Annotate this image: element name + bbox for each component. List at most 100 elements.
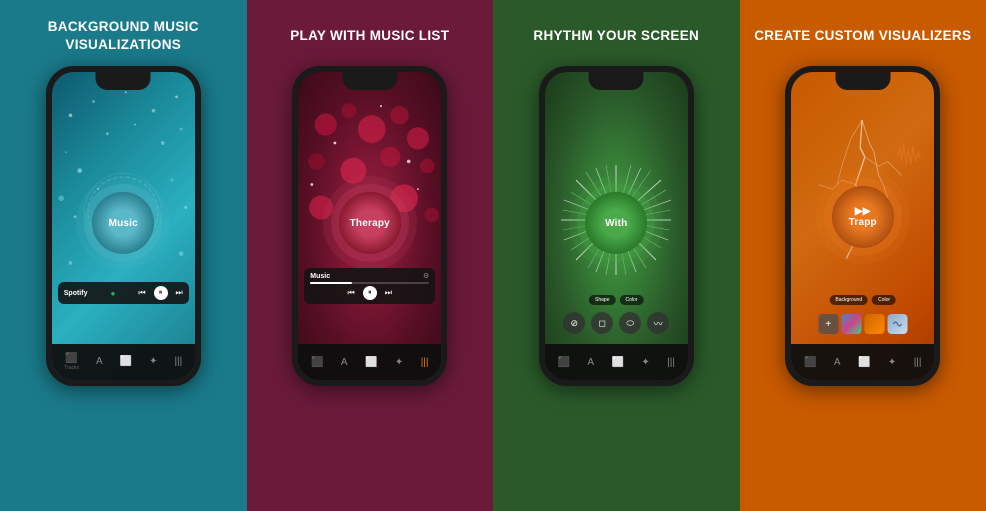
music-settings-icon: ⚙ <box>423 272 429 280</box>
thumb-colorful <box>841 314 861 334</box>
progress-bar <box>310 282 429 284</box>
center-circle-4: ▶▶ Trapp <box>832 186 894 248</box>
settings-icon: ✦ <box>149 356 157 367</box>
tab4-viz-icon: ||| <box>914 357 922 368</box>
tab2-tracks-icon: ⬛ <box>311 357 323 368</box>
music-track-label: Music <box>310 273 330 280</box>
circle-label-3: With <box>605 217 627 228</box>
panel-2-title: PLAY WITH MUSIC LIST <box>290 18 449 54</box>
tab2-tracks: ⬛ <box>311 357 323 368</box>
music-bar: Music ⚙ ⏮ ⏸ ⏭ <box>304 268 435 304</box>
tab3-viz: ||| <box>667 357 675 368</box>
panel-rhythm-screen: RHYTHM YOUR SCREEN <box>493 0 740 511</box>
tab4-viz: ||| <box>914 357 922 368</box>
screen-3: With Shape Color ⊘ ◻ ⬭ 〰 <box>545 72 688 380</box>
panel-4-title: CREATE CUSTOM VISUALIZERS <box>754 18 971 54</box>
color-btn: Color <box>620 295 644 305</box>
spotify-bar: Spotify ● ⏮ ⏸ ⏭ <box>58 282 189 304</box>
shape-cut: ◻ <box>591 312 613 334</box>
tab3-tracks-icon: ⬛ <box>557 357 569 368</box>
tab3-a: A <box>587 357 594 368</box>
viz-icon: ||| <box>174 356 182 367</box>
phone-mockup-1: Music Spotify ● ⏮ ⏸ ⏭ ⬛Tracks A ⬜ ✦ ||| <box>46 66 201 386</box>
tab3-tracks: ⬛ <box>557 357 569 368</box>
tab-wallpaper: A <box>96 356 103 368</box>
center-circle-2: Therapy <box>339 192 401 254</box>
phone-mockup-4: ▶▶ Trapp Background Color + ⬛ A ⬜ ✦ ||| <box>785 66 940 386</box>
tab4-a-icon: A <box>834 357 841 368</box>
tab4-tracks-icon: ⬛ <box>804 357 816 368</box>
tab-viz: ||| <box>174 356 182 368</box>
tab4-bg-icon: ⬜ <box>858 357 870 368</box>
spotify-logo: ● <box>110 289 115 298</box>
thumb-row: + <box>818 314 907 334</box>
center-circle-1: Music <box>92 192 154 254</box>
bottom-tabs-3: ⬛ A ⬜ ✦ ||| <box>545 344 688 380</box>
tab-settings: ✦ <box>149 356 157 368</box>
prev-btn: ⏮ <box>138 288 145 298</box>
background-icon: ⬜ <box>120 356 132 367</box>
tab2-a-icon: A <box>341 357 348 368</box>
tab-background: ⬜ <box>120 356 132 368</box>
tab4-st: ✦ <box>888 357 896 368</box>
screen-1: Music Spotify ● ⏮ ⏸ ⏭ <box>52 72 195 380</box>
shape-btn: Shape <box>589 295 615 305</box>
shape-none: ⊘ <box>563 312 585 334</box>
tab2-a: A <box>341 357 348 368</box>
shape-waves: 〰 <box>647 312 669 334</box>
progress-fill <box>310 282 352 284</box>
circle-label-2: Therapy <box>350 217 390 228</box>
tab-tracks: ⬛Tracks <box>64 353 79 371</box>
bg-btn: Background <box>829 295 868 305</box>
tab3-a-icon: A <box>587 357 594 368</box>
tab4-tracks: ⬛ <box>804 357 816 368</box>
shape-color-bar: Shape Color <box>589 295 643 305</box>
circle-label-4: ▶▶ Trapp <box>849 206 877 228</box>
music-bar-top: Music ⚙ <box>310 272 429 280</box>
tab3-st-icon: ✦ <box>641 357 649 368</box>
playback-controls-2: ⏮ ⏸ ⏭ <box>310 286 429 300</box>
screen-4: ▶▶ Trapp Background Color + <box>791 72 934 380</box>
bg-color-bar: Background Color <box>829 295 896 305</box>
tab4-st-icon: ✦ <box>888 357 896 368</box>
tab3-viz-icon: ||| <box>667 357 675 368</box>
screen-2: Therapy Music ⚙ ⏮ ⏸ ⏭ <box>298 72 441 380</box>
tab2-bg-icon: ⬜ <box>365 357 377 368</box>
play-btn: ⏸ <box>154 286 168 300</box>
thumb-add: + <box>818 314 838 334</box>
spotify-label: Spotify <box>64 290 88 297</box>
tab4-bg: ⬜ <box>858 357 870 368</box>
tab3-bg-icon: ⬜ <box>611 357 623 368</box>
bottom-tabs-4: ⬛ A ⬜ ✦ ||| <box>791 344 934 380</box>
next-btn-2: ⏭ <box>385 288 392 298</box>
wallpaper-icon: A <box>96 356 103 367</box>
shape-amorphous: ⬭ <box>619 312 641 334</box>
tab3-bg: ⬜ <box>611 357 623 368</box>
bottom-tabs-2: ⬛ A ⬜ ✦ ||| <box>298 344 441 380</box>
circle-label-1: Music <box>109 217 138 228</box>
tab3-st: ✦ <box>641 357 649 368</box>
tab2-st-icon: ✦ <box>395 357 403 368</box>
phone-mockup-3: With Shape Color ⊘ ◻ ⬭ 〰 ⬛ A ⬜ ✦ ||| <box>539 66 694 386</box>
panel-music-list: PLAY WITH MUSIC LIST <box>247 0 494 511</box>
shape-icons: ⊘ ◻ ⬭ 〰 <box>563 312 669 334</box>
tab2-bg: ⬜ <box>365 357 377 368</box>
next-btn: ⏭ <box>176 288 183 298</box>
tracks-icon: ⬛ <box>65 353 77 364</box>
center-circle-3: With <box>585 192 647 254</box>
phone-mockup-2: Therapy Music ⚙ ⏮ ⏸ ⏭ ⬛ A ⬜ <box>292 66 447 386</box>
bottom-tabs-1: ⬛Tracks A ⬜ ✦ ||| <box>52 344 195 380</box>
playback-controls-1: ⏮ ⏸ ⏭ <box>138 286 182 300</box>
thumb-orange <box>864 314 884 334</box>
panel-1-title: BACKGROUND MUSIC VISUALIZATIONS <box>10 18 237 54</box>
tab2-viz-icon: ||| <box>421 357 429 368</box>
play-btn-2: ⏸ <box>363 286 377 300</box>
tab4-a: A <box>834 357 841 368</box>
tab2-viz: ||| <box>421 357 429 368</box>
panel-custom-visualizers: CREATE CUSTOM VISUALIZERS ▶▶ Trapp Backg… <box>740 0 986 511</box>
prev-btn-2: ⏮ <box>348 288 355 298</box>
panel-3-title: RHYTHM YOUR SCREEN <box>533 18 699 54</box>
color-btn-4: Color <box>872 295 896 305</box>
thumb-light <box>887 314 907 334</box>
panel-background-music: BACKGROUND MUSIC VISUALIZATIONS <box>0 0 247 511</box>
